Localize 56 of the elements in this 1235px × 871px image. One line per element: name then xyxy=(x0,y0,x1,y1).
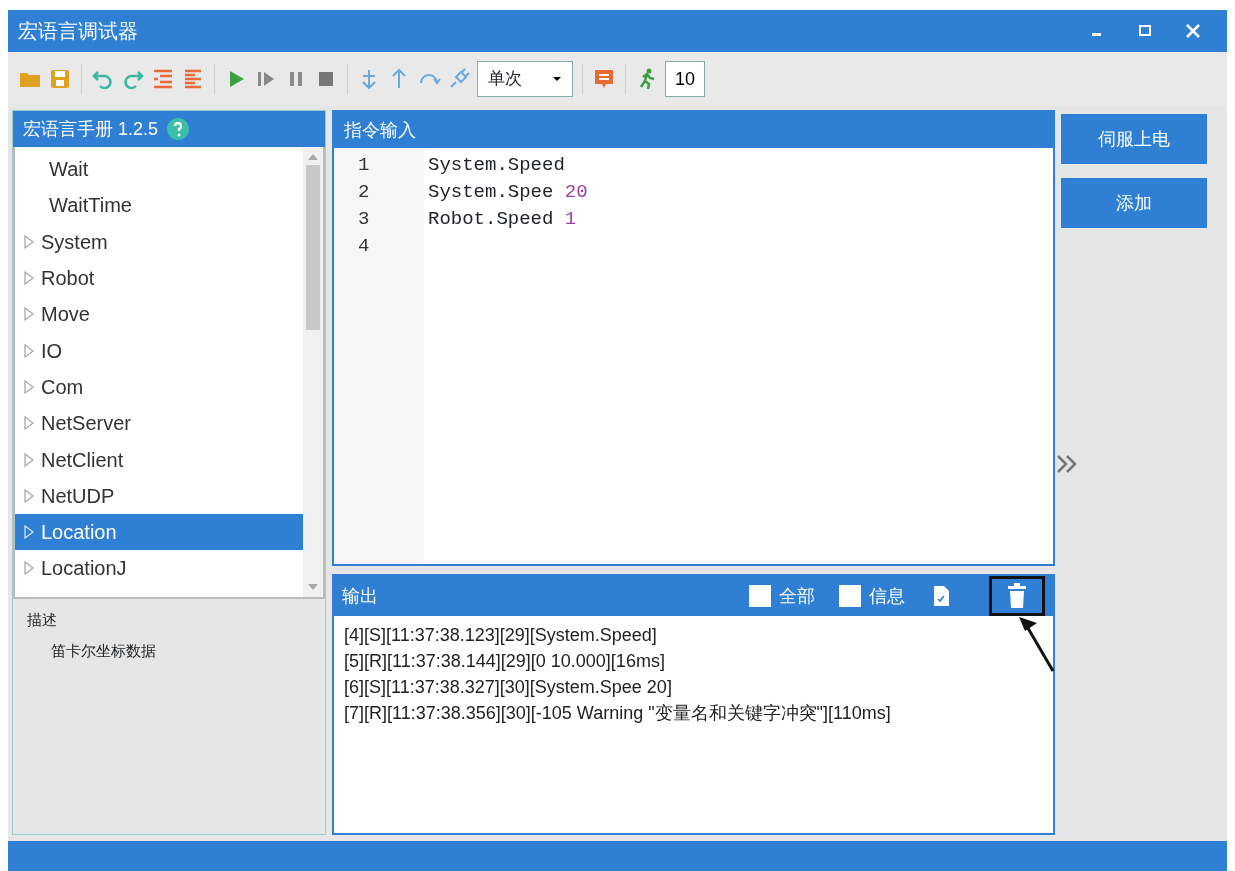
expand-arrow-icon[interactable] xyxy=(23,343,35,358)
action-button[interactable]: 伺服上电 xyxy=(1061,114,1207,164)
tree-item[interactable]: Com xyxy=(15,368,303,406)
tree-item[interactable]: System xyxy=(15,223,303,260)
expand-arrow-icon[interactable] xyxy=(23,379,35,394)
panel-title: 指令输入 xyxy=(344,118,416,142)
filter-checkbox[interactable]: 信息 xyxy=(839,582,905,610)
tree-item[interactable]: Move xyxy=(15,296,303,333)
mode-dropdown[interactable]: 单次 xyxy=(477,61,573,97)
caret-icon[interactable] xyxy=(552,76,562,82)
indent-icon[interactable] xyxy=(151,67,175,91)
expand-arrow-icon[interactable] xyxy=(23,271,35,286)
code-number: 1 xyxy=(564,208,577,230)
expand-arrow-icon[interactable] xyxy=(23,452,35,467)
line-number: 3 xyxy=(357,207,371,232)
code-text: System.Spee xyxy=(428,181,554,203)
code-text: System.Speed xyxy=(428,154,565,176)
tree-item[interactable]: WaitTime xyxy=(15,187,303,224)
scrollbar[interactable] xyxy=(303,147,323,597)
trash-button[interactable] xyxy=(989,576,1045,616)
panel-title: 输出 xyxy=(342,584,379,608)
step-count-field[interactable]: 10 xyxy=(665,61,705,97)
log-line: [6][S][11:37:38.327][30][System.Spee 20] xyxy=(344,676,673,699)
expand-arrow-icon[interactable] xyxy=(23,307,35,322)
description-text: 笛卡尔坐标数据 xyxy=(50,640,157,661)
line-number: 2 xyxy=(357,180,371,205)
tree-item[interactable]: Robot xyxy=(15,259,303,297)
tree-item[interactable]: NetUDP xyxy=(15,477,303,514)
tree-item[interactable]: Wait xyxy=(15,151,303,188)
scroll-up-icon[interactable] xyxy=(307,153,319,161)
save-icon[interactable] xyxy=(48,67,72,91)
window-title: 宏语言调试器 xyxy=(18,19,139,44)
code-editor[interactable]: 1 2 3 4 System.Speed System.Spee 20 Robot.Speed 1 xyxy=(334,148,1053,564)
log-line: [4][S][11:37:38.123][29][System.Speed] xyxy=(344,624,658,647)
expand-arrow-icon[interactable] xyxy=(23,561,35,576)
action-button[interactable]: 添加 xyxy=(1061,178,1207,228)
tree-item[interactable]: IO xyxy=(15,332,303,369)
line-number: 4 xyxy=(357,234,371,259)
tree-item[interactable]: NetClient xyxy=(15,441,303,478)
tree-item[interactable]: Location xyxy=(15,513,303,551)
help-icon[interactable] xyxy=(166,117,191,141)
code-number: 20 xyxy=(564,181,588,203)
tree-item[interactable]: LocationJ xyxy=(15,550,303,587)
expand-arrow-icon[interactable] xyxy=(23,488,35,503)
log-line: [7][R][11:37:38.356][30][-105 Warning "变量名和关键字冲突"][110ms] xyxy=(344,702,892,725)
trash-icon[interactable] xyxy=(1006,583,1028,609)
line-number: 1 xyxy=(357,153,371,178)
panel-title: 宏语言手册 1.2.5 xyxy=(23,117,159,141)
expand-arrow-icon[interactable] xyxy=(23,234,35,249)
expand-arrow-icon[interactable] xyxy=(23,416,35,431)
scroll-down-icon[interactable] xyxy=(307,583,319,591)
tree-item[interactable]: NetServer xyxy=(15,405,303,442)
log-line: [5][R][11:37:38.144][29][0 10.000][16ms] xyxy=(344,650,666,673)
filter-checkbox[interactable]: 全部 xyxy=(749,582,815,610)
code-text: Robot.Speed xyxy=(428,208,554,230)
description-label: 描述 xyxy=(27,610,58,630)
